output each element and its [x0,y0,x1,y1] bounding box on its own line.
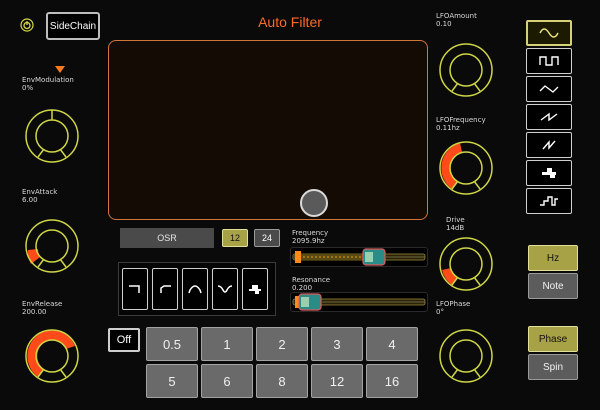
resonance-slider-track [292,293,426,311]
filter-highpass-button[interactable] [152,268,178,310]
lfo-amount-knob[interactable] [434,38,498,102]
quantize-beat-button[interactable]: 0.5 [146,327,198,361]
lfo-wave-square-button[interactable] [526,48,572,74]
env-attack-label: EnvAttack [22,188,58,196]
quantize-beat-button[interactable]: 2 [256,327,308,361]
xy-pad[interactable] [108,40,428,220]
notch-icon [217,285,233,293]
lfo-phase-value: 0° [436,308,444,316]
rate-note-button[interactable]: Note [528,273,578,299]
env-release-knob[interactable] [20,324,84,388]
slope-24-button[interactable]: 24 [254,229,280,247]
saw-down-wave-icon [542,140,556,150]
quantize-beat-button[interactable]: 6 [201,364,253,398]
rate-hz-button[interactable]: Hz [528,245,578,271]
lowpass-icon [129,285,140,293]
resonance-slider[interactable] [290,292,428,312]
random-wave-icon [542,168,556,178]
square-wave-icon [539,56,559,66]
lfo-frequency-knob[interactable] [434,136,498,200]
lfo-wave-saw-down-button[interactable] [526,132,572,158]
auto-filter-device: SideChain Auto Filter EnvModulation 0% E… [0,0,600,410]
phase-mode-button[interactable]: Phase [528,326,578,352]
lfo-phase-label: LFOPhase [436,300,471,308]
lfo-wave-triangle-button[interactable] [526,76,572,102]
filter-lowpass-button[interactable] [122,268,148,310]
env-modulation-knob[interactable] [20,104,84,168]
quantize-beat-button[interactable]: 16 [366,364,418,398]
quantize-beat-button[interactable]: 3 [311,327,363,361]
bandpass-icon [188,285,202,294]
frequency-label: Frequency [292,229,329,237]
xy-pad-handle[interactable] [300,189,328,217]
device-title: Auto Filter [258,14,322,30]
resonance-value: 0.200 [292,284,313,292]
lfo-amount-value: 0.10 [436,20,452,28]
lfo-wave-stepped-button[interactable] [526,188,572,214]
sidechain-button[interactable]: SideChain [46,12,100,40]
filter-bandpass-button[interactable] [182,268,208,310]
lfo-amount-label: LFOAmount [436,12,477,20]
quantize-beat-button[interactable]: 4 [366,327,418,361]
quantize-beat-button[interactable]: 12 [311,364,363,398]
frequency-value: 2095.9hz [292,237,325,245]
lfo-frequency-value: 0.11hz [436,124,460,132]
resonance-label: Resonance [292,276,331,284]
filter-morph-button[interactable] [242,268,268,310]
quantize-off-button[interactable]: Off [108,328,140,352]
env-modulation-label: EnvModulation [22,76,74,84]
morph-icon [249,285,261,294]
lfo-wave-sine-button[interactable] [526,20,572,46]
slope-12-button[interactable]: 12 [222,229,248,247]
lfo-frequency-label: LFOFrequency [436,116,486,124]
lfo-wave-saw-up-button[interactable] [526,104,572,130]
power-icon[interactable] [20,18,34,32]
frequency-slider-track [292,248,426,266]
sine-wave-icon [539,28,559,38]
frequency-slider[interactable] [290,247,428,267]
lfo-wave-random-button[interactable] [526,160,572,186]
env-release-label: EnvRelease [22,300,63,308]
quantize-beat-button[interactable]: 1 [201,327,253,361]
env-modulation-value: 0% [22,84,34,92]
lfo-phase-knob[interactable] [434,324,498,388]
env-attack-knob[interactable] [20,214,84,278]
env-attack-value: 6.00 [22,196,38,204]
quantize-beat-grid: 0.5 1 2 3 4 5 6 8 12 16 [146,327,421,399]
stepped-wave-icon [540,196,558,206]
osr-toggle[interactable]: OSR [120,228,214,248]
drive-knob[interactable] [434,232,498,296]
spin-mode-button[interactable]: Spin [528,354,578,380]
triangle-wave-icon [539,85,559,93]
drive-value: 14dB [446,224,465,232]
quantize-beat-button[interactable]: 5 [146,364,198,398]
quantize-beat-button[interactable]: 8 [256,364,308,398]
env-release-value: 200.00 [22,308,47,316]
env-modulation-marker-icon [55,66,65,73]
highpass-icon [160,285,171,293]
saw-up-wave-icon [540,112,558,122]
filter-notch-button[interactable] [212,268,238,310]
drive-label: Drive [446,216,465,224]
